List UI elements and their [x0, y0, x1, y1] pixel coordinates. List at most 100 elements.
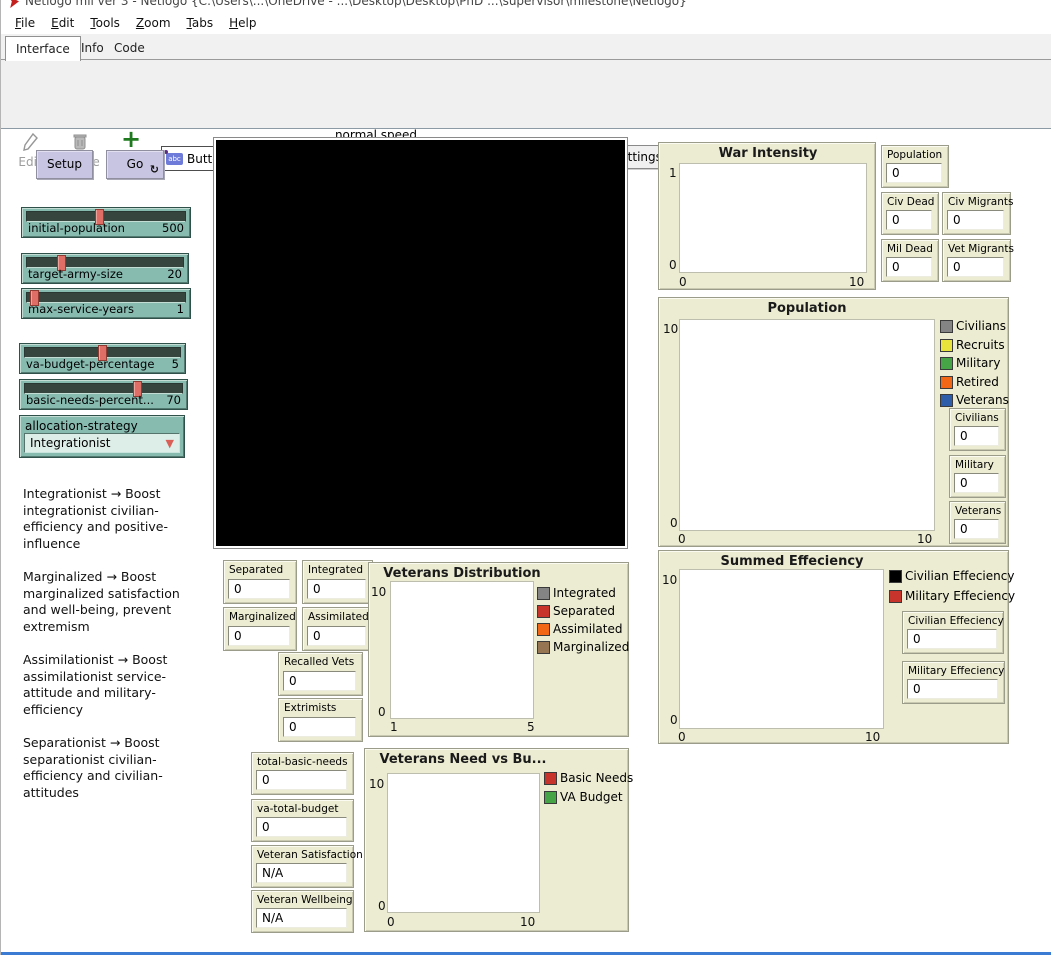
axis-label: 1: [669, 166, 677, 180]
plot-veterans-distribution: Veterans Distribution 10 0 1 5 Integrate…: [368, 562, 629, 737]
menu-zoom[interactable]: Zoom: [128, 14, 179, 32]
legend-item-civilians: Civilians: [940, 319, 1006, 333]
monitor-vet-migrants: Vet Migrants0: [942, 239, 1011, 282]
monitor-mil-dead: Mil Dead0: [881, 239, 939, 282]
menu-edit[interactable]: Edit: [43, 14, 82, 32]
legend-swatch: [537, 623, 550, 636]
monitor-civ-dead: Civ Dead0: [881, 192, 939, 235]
axis-label: 10: [371, 585, 386, 599]
monitor-extrimists: Extrimists0: [278, 698, 363, 742]
chooser-label: allocation-strategy: [25, 419, 138, 433]
monitor-civ-migrants: Civ Migrants0: [942, 192, 1011, 235]
widget-dot-icon: [164, 150, 168, 154]
plot-area: [679, 319, 935, 531]
axis-label: 10: [865, 730, 880, 744]
legend-item-veterans: Veterans: [940, 393, 1009, 407]
legend-item-va-budget: VA Budget: [544, 790, 623, 804]
axis-label: 5: [527, 720, 535, 734]
legend-swatch: [940, 320, 953, 333]
monitor-military: Military0: [949, 455, 1006, 498]
go-button[interactable]: Go ↻: [106, 150, 164, 179]
note-separationist: Separationist → Boost separationist civi…: [23, 735, 193, 801]
plot-title: Veterans Distribution: [369, 566, 555, 581]
monitor-va-total-budget: va-total-budget0: [251, 799, 354, 842]
monitor-veteran-satisfaction: Veteran SatisfactionN/A: [251, 845, 354, 888]
monitor-marginalized: Marginalized0: [223, 607, 297, 651]
slider-label: basic-needs-percent...: [26, 393, 154, 407]
plot-area: [390, 581, 534, 719]
chooser-arrow-icon: ▼: [166, 437, 174, 450]
legend-item-retired: Retired: [940, 375, 999, 389]
menu-tabs[interactable]: Tabs: [179, 14, 222, 32]
legend-item-military-effeciency: Military Effeciency: [889, 589, 1015, 603]
slider-target-army-size[interactable]: target-army-size20: [21, 253, 189, 284]
plot-title: War Intensity: [659, 146, 877, 161]
axis-label: 10: [663, 322, 678, 336]
monitor-population: Population0: [881, 145, 949, 188]
plot-area: [679, 163, 867, 273]
axis-label: 0: [678, 730, 686, 744]
world-view[interactable]: [216, 140, 625, 546]
axis-label: 0: [679, 275, 687, 289]
monitor-recalled-vets: Recalled Vets0: [278, 652, 363, 696]
plot-title: Population: [659, 301, 955, 316]
plot-war-intensity: War Intensity 1 0 0 10: [658, 142, 876, 290]
monitor-total-basic-needs: total-basic-needs0: [251, 752, 354, 795]
menu-tools[interactable]: Tools: [82, 14, 128, 32]
slider-value: 70: [166, 393, 181, 407]
window-title: Netlogo mil ver 3 - Netlogo {C:\Users\..…: [25, 0, 687, 8]
trash-icon: [72, 132, 88, 152]
legend-item-military: Military: [940, 356, 1000, 370]
monitor-civilians: Civilians0: [949, 408, 1006, 451]
monitor-integrated: Integrated0: [302, 560, 373, 604]
abc-widget-icon: abc: [166, 153, 183, 165]
slider-max-service-years[interactable]: max-service-years1: [21, 288, 191, 319]
menu-help[interactable]: Help: [221, 14, 264, 32]
slider-value: 5: [172, 357, 179, 371]
menu-file[interactable]: File: [7, 14, 43, 32]
legend-swatch: [544, 791, 557, 804]
legend-swatch: [537, 587, 550, 600]
monitor-assimilated: Assimilated0: [302, 607, 373, 651]
monitor-veterans: Veterans0: [949, 501, 1006, 544]
axis-label: 0: [378, 705, 386, 719]
legend-swatch: [940, 394, 953, 407]
notes-block: Integrationist → Boost integrationist ci…: [23, 486, 193, 818]
axis-label: 10: [849, 275, 864, 289]
note-assimilationist: Assimilationist → Boost assimilationist …: [23, 652, 193, 718]
monitor-separated: Separated0: [223, 560, 297, 604]
setup-button[interactable]: Setup: [36, 150, 93, 179]
legend-swatch: [940, 339, 953, 352]
axis-label: 0: [387, 915, 395, 929]
world-view-frame: [213, 137, 628, 549]
legend-swatch: [544, 772, 557, 785]
axis-label: 0: [669, 258, 677, 272]
slider-va-budget-percentage[interactable]: va-budget-percentage5: [19, 343, 186, 374]
slider-basic-needs-percent[interactable]: basic-needs-percent... 70: [19, 379, 188, 410]
slider-initial-population[interactable]: initial-population500: [21, 207, 191, 238]
axis-label: 0: [378, 899, 386, 913]
plot-area: [679, 569, 884, 729]
monitor-military-effeciency: Military Effeciency0: [902, 661, 1005, 704]
plot-veterans-need-vs-budget: Veterans Need vs Bu... 10 0 0 10 Basic N…: [364, 748, 629, 932]
menu-bar: File Edit Tools Zoom Tabs Help: [1, 11, 1051, 34]
plot-title: Summed Effeciency: [659, 554, 925, 569]
axis-label: 10: [662, 573, 677, 587]
slider-value: 500: [162, 221, 184, 235]
legend-item-civilian-effeciency: Civilian Effeciency: [889, 569, 1014, 583]
legend-swatch: [889, 570, 902, 583]
plot-area: [387, 773, 540, 913]
chooser-select[interactable]: Integrationist ▼: [24, 433, 180, 453]
legend-item-marginalized: Marginalized: [537, 640, 629, 654]
legend-swatch: [940, 357, 953, 370]
legend-item-integrated: Integrated: [537, 586, 616, 600]
netlogo-app-icon: [8, 0, 19, 8]
monitor-veteran-wellbeing: Veteran WellbeingN/A: [251, 890, 354, 933]
axis-label: 10: [369, 777, 384, 791]
tab-code[interactable]: Code: [104, 36, 155, 61]
chooser-allocation-strategy[interactable]: allocation-strategy Integrationist ▼: [19, 415, 185, 458]
legend-item-recruits: Recruits: [940, 338, 1005, 352]
axis-label: 10: [520, 915, 535, 929]
tab-strip: Interface Info Code: [1, 34, 1051, 60]
tab-interface[interactable]: Interface: [5, 36, 81, 61]
